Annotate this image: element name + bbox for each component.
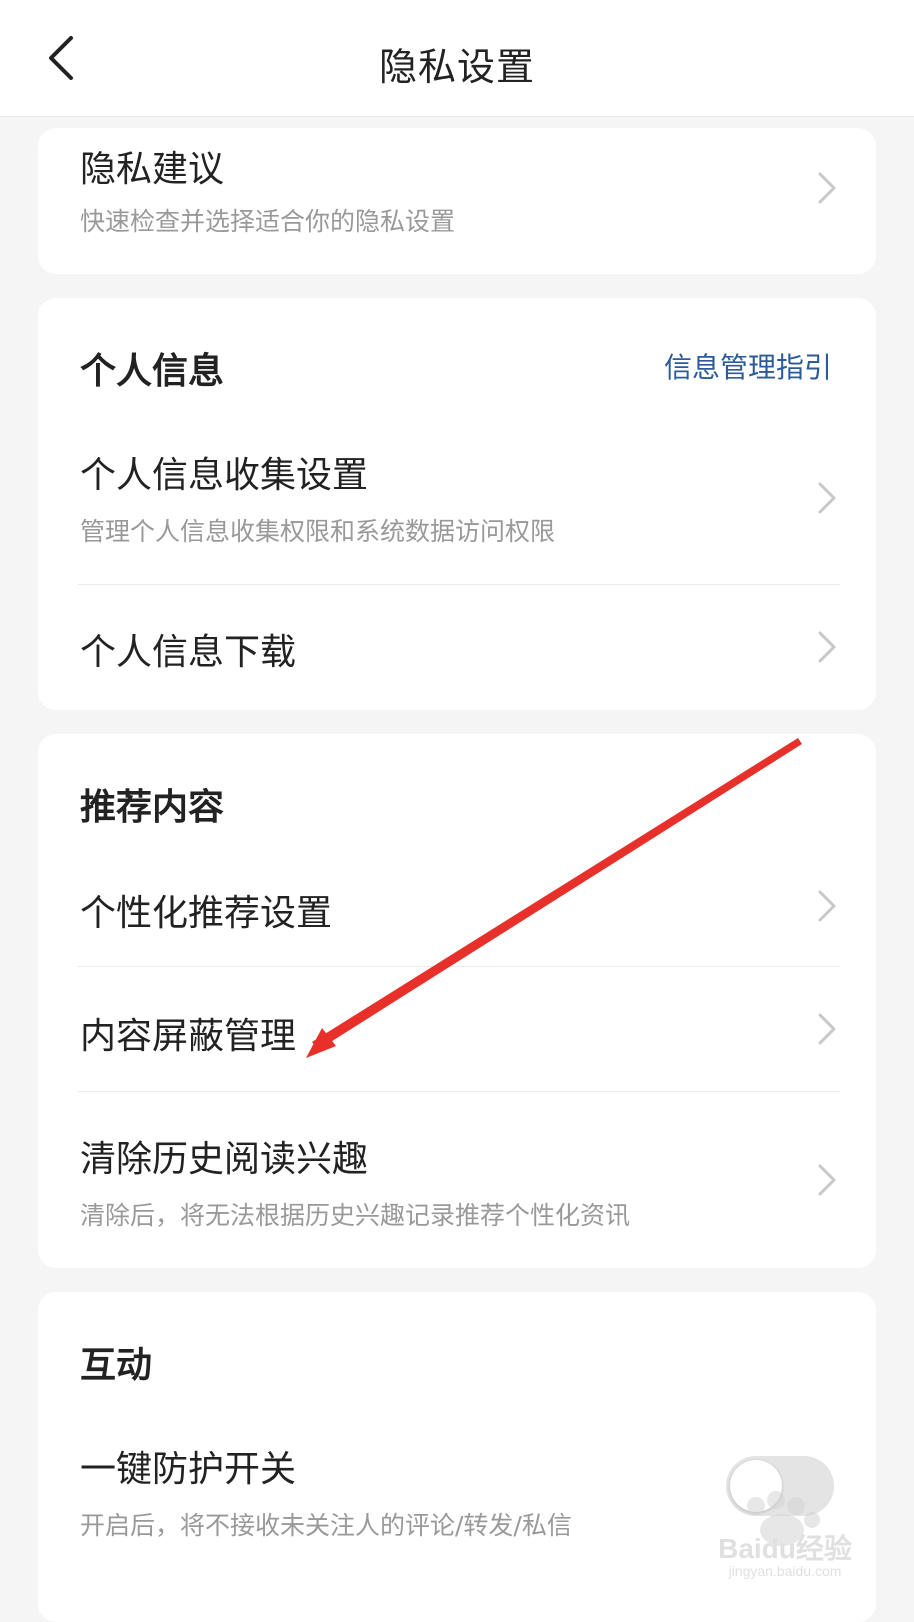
row-title: 个性化推荐设置 bbox=[80, 893, 333, 934]
recommended-content-card: 推荐内容 个性化推荐设置 内容屏蔽管理 清除历史阅读兴趣 清除后，将无法根据历史… bbox=[38, 734, 876, 1268]
chevron-right-icon bbox=[818, 1164, 836, 1196]
chevron-right-icon bbox=[818, 890, 836, 922]
privacy-suggestion-row[interactable]: 隐私建议 快速检查并选择适合你的隐私设置 bbox=[38, 128, 876, 274]
row-subtitle: 快速检查并选择适合你的隐私设置 bbox=[80, 207, 456, 236]
chevron-right-icon bbox=[818, 482, 836, 514]
section-heading: 互动 bbox=[80, 1345, 153, 1386]
page-title: 隐私设置 bbox=[378, 45, 535, 89]
interaction-card: 互动 一键防护开关 开启后，将不接收未关注人的评论/转发/私信 bbox=[38, 1292, 876, 1622]
row-title: 隐私建议 bbox=[80, 149, 225, 190]
row-title: 个人信息收集设置 bbox=[80, 455, 369, 496]
personal-info-collection-row[interactable]: 个人信息收集设置 管理个人信息收集权限和系统数据访问权限 bbox=[38, 428, 876, 584]
row-subtitle: 清除后，将无法根据历史兴趣记录推荐个性化资讯 bbox=[80, 1201, 631, 1230]
section-heading: 个人信息 bbox=[80, 351, 225, 392]
toggle-knob bbox=[730, 1460, 782, 1512]
personal-info-download-row[interactable]: 个人信息下载 bbox=[38, 585, 876, 710]
personal-info-card: 个人信息 信息管理指引 个人信息收集设置 管理个人信息收集权限和系统数据访问权限… bbox=[38, 298, 876, 710]
row-subtitle: 管理个人信息收集权限和系统数据访问权限 bbox=[80, 517, 556, 546]
row-subtitle: 开启后，将不接收未关注人的评论/转发/私信 bbox=[80, 1511, 572, 1540]
one-key-protection-row: 一键防护开关 开启后，将不接收未关注人的评论/转发/私信 bbox=[38, 1402, 876, 1602]
content-block-management-row[interactable]: 内容屏蔽管理 bbox=[38, 967, 876, 1091]
personalized-recommendation-row[interactable]: 个性化推荐设置 bbox=[38, 844, 876, 966]
top-bar: 隐私设置 bbox=[0, 0, 914, 117]
chevron-right-icon bbox=[818, 172, 836, 204]
row-title: 内容屏蔽管理 bbox=[80, 1016, 297, 1057]
chevron-right-icon bbox=[818, 631, 836, 663]
privacy-suggestion-card: 隐私建议 快速检查并选择适合你的隐私设置 bbox=[38, 128, 876, 274]
row-title: 一键防护开关 bbox=[80, 1449, 297, 1490]
row-title: 清除历史阅读兴趣 bbox=[80, 1139, 369, 1180]
section-heading: 推荐内容 bbox=[80, 787, 225, 828]
clear-reading-history-row[interactable]: 清除历史阅读兴趣 清除后，将无法根据历史兴趣记录推荐个性化资讯 bbox=[38, 1092, 876, 1268]
info-management-guide-link[interactable]: 信息管理指引 bbox=[664, 346, 832, 386]
chevron-right-icon bbox=[818, 1013, 836, 1045]
one-key-protection-toggle[interactable] bbox=[726, 1456, 834, 1516]
row-title: 个人信息下载 bbox=[80, 632, 297, 673]
